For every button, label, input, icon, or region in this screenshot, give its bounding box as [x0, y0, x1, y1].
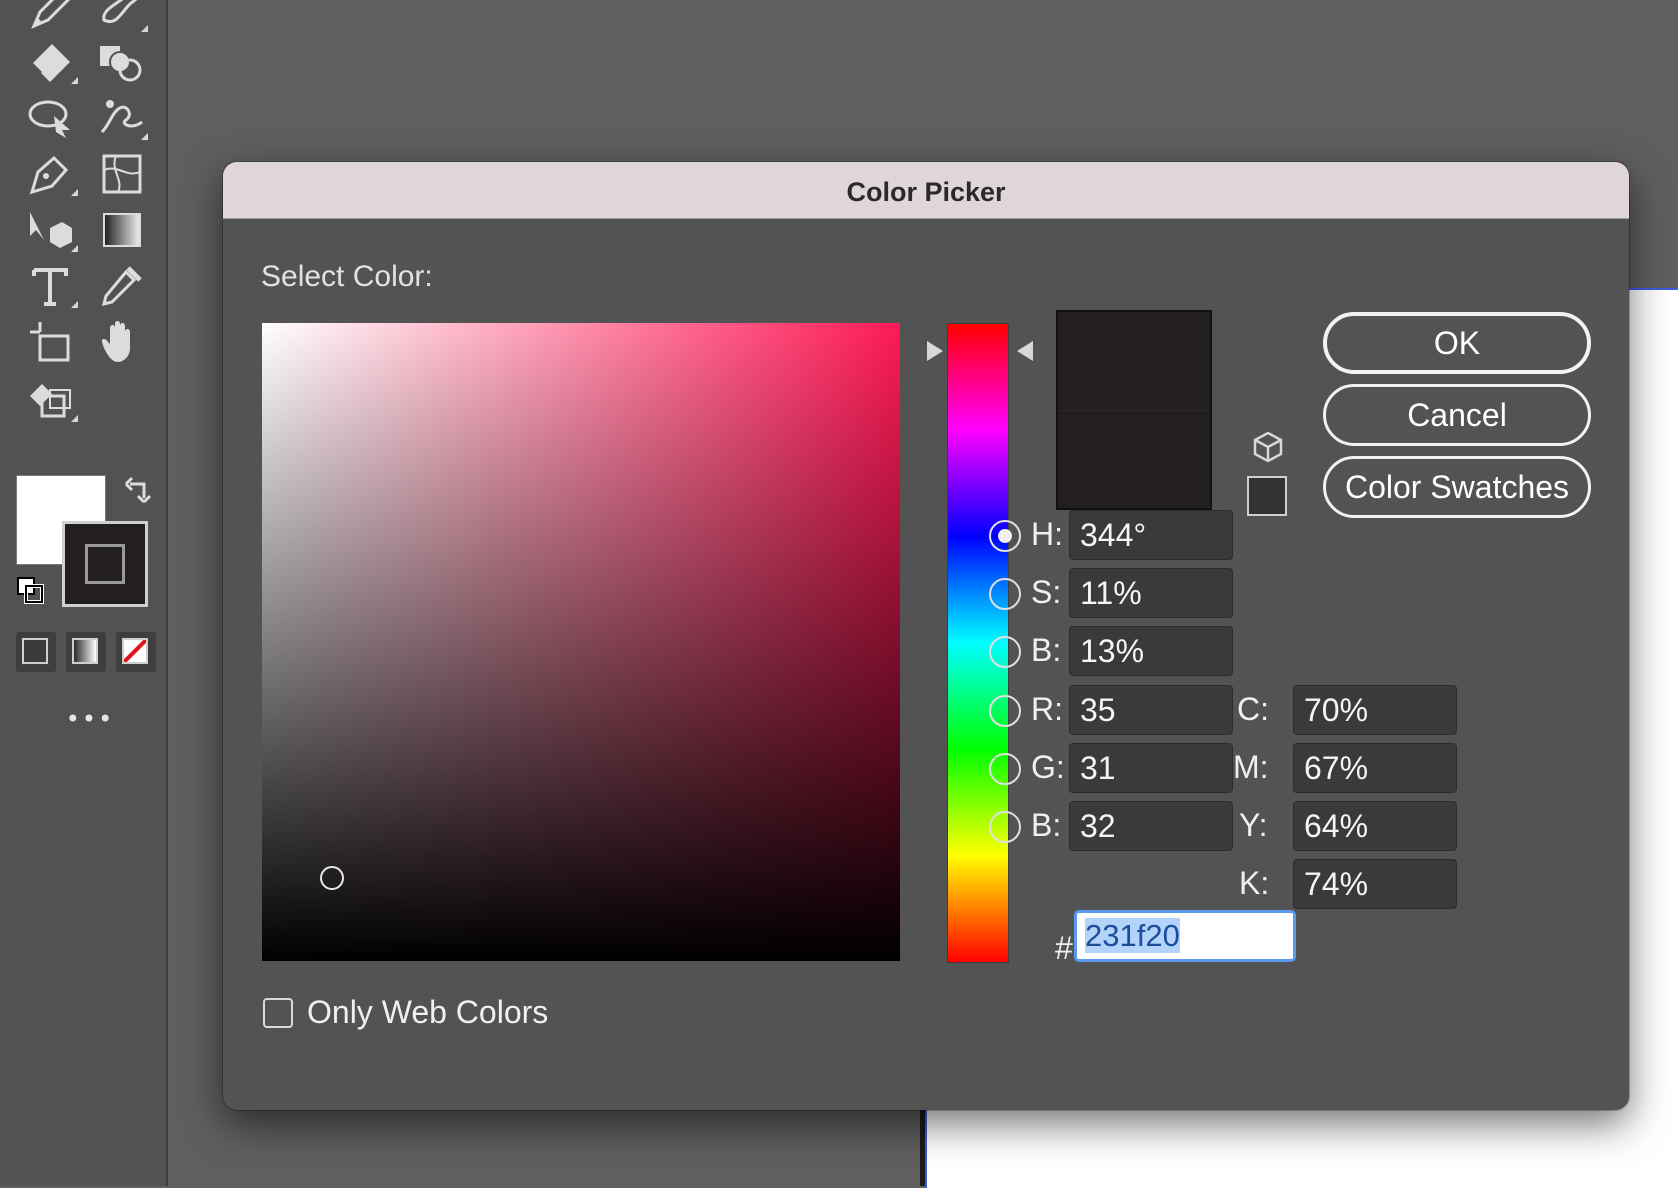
color-mode-icon — [22, 638, 48, 664]
mesh-icon — [102, 154, 142, 194]
shape-builder-tool[interactable] — [94, 40, 146, 88]
perspective-selection-tool[interactable] — [26, 206, 78, 254]
gradient-tool[interactable] — [96, 206, 148, 254]
tools-panel: ••• — [0, 0, 168, 1186]
gradient-mode-button[interactable] — [66, 632, 106, 672]
color-picker-dialog: Color Picker Select Color: OK Cancel Col… — [223, 162, 1629, 1110]
swap-fill-stroke-button[interactable] — [124, 474, 154, 504]
green-radio[interactable] — [989, 753, 1021, 785]
pencil-tool[interactable] — [26, 0, 78, 34]
puppet-warp-tool[interactable] — [96, 94, 148, 142]
saturation-label: S: — [1031, 574, 1062, 610]
hue-field[interactable]: 344° — [1069, 510, 1233, 560]
shape-builder-icon — [100, 46, 142, 82]
gradient-mode-icon — [72, 638, 98, 664]
green-field[interactable]: 31 — [1069, 743, 1233, 793]
swap-arrow-icon — [124, 476, 152, 504]
pen-tool[interactable] — [26, 150, 78, 198]
eyedropper-icon — [101, 266, 142, 307]
cancel-button[interactable]: Cancel — [1323, 384, 1591, 446]
only-web-colors-checkbox[interactable] — [263, 998, 293, 1028]
mesh-tool[interactable] — [96, 150, 148, 198]
magenta-row: M: 67% — [1233, 743, 1477, 793]
live-paint-tool[interactable] — [26, 376, 78, 424]
document-edge — [920, 1100, 925, 1186]
cyan-label: C: — [1237, 691, 1269, 727]
brightness-row: B: 13% — [989, 626, 1289, 676]
hue-row: H: 344° — [989, 510, 1289, 560]
saturation-field[interactable]: 11% — [1069, 568, 1233, 618]
brightness-radio[interactable] — [989, 636, 1021, 668]
color-mode-button[interactable] — [16, 632, 56, 672]
magenta-label: M: — [1233, 749, 1269, 785]
color-swatches-button[interactable]: Color Swatches — [1323, 456, 1591, 518]
green-label: G: — [1031, 749, 1065, 785]
more-tools-button[interactable]: ••• — [60, 705, 120, 745]
black-row: K: 74% — [1237, 859, 1477, 909]
hue-label: H: — [1031, 516, 1063, 552]
type-tool[interactable] — [26, 262, 78, 310]
brightness-label: B: — [1031, 632, 1062, 668]
eraser-tool[interactable] — [26, 38, 78, 86]
black-field[interactable]: 74% — [1293, 859, 1457, 909]
hand-tool[interactable] — [96, 318, 148, 366]
dialog-titlebar[interactable]: Color Picker — [223, 162, 1629, 219]
hue-radio[interactable] — [989, 520, 1021, 552]
cyan-field[interactable]: 70% — [1293, 685, 1457, 735]
hex-label: # — [1055, 930, 1073, 966]
saturation-row: S: 11% — [989, 568, 1289, 618]
red-radio[interactable] — [989, 695, 1021, 727]
brightness-field[interactable]: 13% — [1069, 626, 1233, 676]
none-mode-button[interactable] — [116, 632, 156, 672]
yellow-field[interactable]: 64% — [1293, 801, 1457, 851]
blue-radio[interactable] — [989, 811, 1021, 843]
color-preview — [1056, 310, 1212, 510]
yellow-row: Y: 64% — [1237, 801, 1477, 851]
cyan-row: C: 70% — [1237, 685, 1477, 735]
hand-icon — [101, 321, 130, 362]
red-field[interactable]: 35 — [1069, 685, 1233, 735]
saturation-radio[interactable] — [989, 578, 1021, 610]
lasso-icon — [28, 100, 70, 138]
artboard-tool[interactable] — [26, 318, 78, 366]
out-of-web-gamut-icon[interactable] — [1251, 430, 1285, 464]
blob-brush-tool[interactable] — [96, 0, 148, 34]
stroke-color-swatch[interactable] — [62, 521, 148, 607]
eyedropper-tool[interactable] — [96, 262, 148, 310]
red-label: R: — [1031, 691, 1063, 727]
hue-slider-left-arrow[interactable] — [927, 341, 943, 362]
default-fill-stroke-button[interactable] — [16, 576, 46, 606]
hex-value: 231f20 — [1085, 918, 1180, 953]
none-mode-icon — [122, 638, 148, 664]
select-color-label: Select Color: — [261, 260, 433, 293]
preview-divider — [1058, 410, 1210, 411]
only-web-colors-label: Only Web Colors — [307, 994, 549, 1030]
gradient-icon — [103, 213, 141, 247]
pencil-icon — [31, 0, 71, 29]
blue-label: B: — [1031, 807, 1062, 843]
hex-input[interactable]: 231f20 — [1074, 910, 1296, 962]
blue-field[interactable]: 32 — [1069, 801, 1233, 851]
saturation-brightness-field[interactable] — [262, 323, 900, 961]
dialog-title: Color Picker — [846, 177, 1006, 207]
lasso-tool[interactable] — [26, 94, 78, 142]
stroke-inner-outline — [85, 544, 125, 584]
black-label: K: — [1239, 865, 1270, 901]
hue-slider-right-arrow[interactable] — [1017, 341, 1033, 362]
default-colors-icon — [17, 577, 44, 604]
yellow-label: Y: — [1239, 807, 1268, 843]
artboard-icon — [30, 322, 70, 362]
magenta-field[interactable]: 67% — [1293, 743, 1457, 793]
ok-button[interactable]: OK — [1323, 312, 1591, 374]
